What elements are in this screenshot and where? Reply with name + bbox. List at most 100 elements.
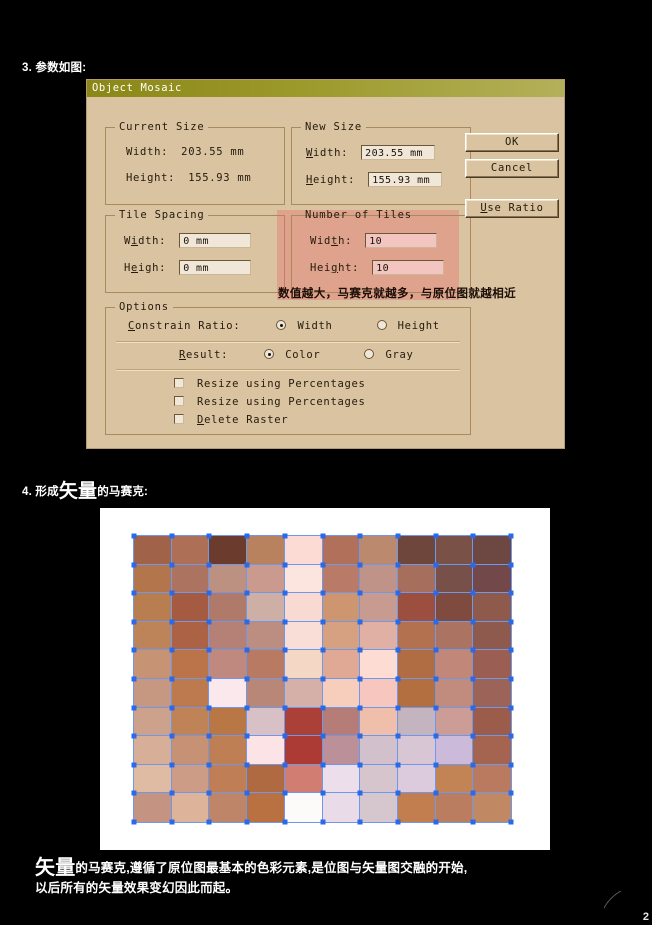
mosaic-tile[interactable]: [322, 678, 361, 709]
resize-percentages-checkbox-2[interactable]: [174, 396, 184, 406]
mosaic-tile[interactable]: [171, 792, 210, 823]
mosaic-tile[interactable]: [472, 621, 512, 651]
object-mosaic-dialog[interactable]: Object Mosaic Current Size Width: 203.55…: [86, 79, 565, 449]
mosaic-tile[interactable]: [397, 535, 437, 566]
mosaic-tile[interactable]: [284, 564, 323, 594]
mosaic-tile[interactable]: [435, 535, 474, 566]
mosaic-tile[interactable]: [472, 707, 512, 737]
mosaic-tile[interactable]: [246, 592, 286, 623]
mosaic-tile[interactable]: [435, 649, 474, 680]
mosaic-tile[interactable]: [133, 621, 173, 651]
mosaic-tile[interactable]: [397, 707, 437, 737]
mosaic-tile[interactable]: [359, 649, 399, 680]
mosaic-tile[interactable]: [359, 592, 399, 623]
number-of-tiles-width-input[interactable]: 10: [365, 233, 438, 248]
delete-raster-row[interactable]: Delete Raster: [174, 414, 288, 426]
mosaic-tile[interactable]: [284, 649, 323, 680]
resize-percentages-checkbox-1[interactable]: [174, 378, 184, 388]
mosaic-tile[interactable]: [284, 535, 323, 566]
mosaic-tile[interactable]: [246, 649, 286, 680]
use-ratio-button[interactable]: Use Ratio: [465, 199, 559, 218]
new-size-width-input[interactable]: 203.55 mm: [361, 145, 436, 160]
mosaic-tile[interactable]: [472, 535, 512, 566]
mosaic-tile[interactable]: [171, 764, 210, 794]
mosaic-tile[interactable]: [208, 649, 248, 680]
mosaic-tile[interactable]: [359, 621, 399, 651]
mosaic-tile[interactable]: [359, 707, 399, 737]
cancel-button[interactable]: Cancel: [465, 159, 559, 178]
mosaic-tile[interactable]: [397, 678, 437, 709]
result-color-radio[interactable]: [264, 349, 275, 359]
mosaic-tile[interactable]: [397, 592, 437, 623]
mosaic-tile[interactable]: [472, 678, 512, 709]
mosaic-tile[interactable]: [208, 764, 248, 794]
result-gray-radio[interactable]: [364, 349, 375, 359]
mosaic-tile[interactable]: [322, 649, 361, 680]
mosaic-tile[interactable]: [246, 564, 286, 594]
mosaic-tile[interactable]: [246, 735, 286, 766]
mosaic-tile[interactable]: [472, 764, 512, 794]
mosaic-tile[interactable]: [171, 707, 210, 737]
mosaic-tile[interactable]: [284, 592, 323, 623]
tile-spacing-width-input[interactable]: 0 mm: [179, 233, 252, 248]
mosaic-tile[interactable]: [284, 792, 323, 823]
new-size-height-input[interactable]: 155.93 mm: [368, 172, 443, 187]
mosaic-tile[interactable]: [472, 735, 512, 766]
mosaic-tile[interactable]: [133, 707, 173, 737]
mosaic-tile[interactable]: [435, 735, 474, 766]
mosaic-tile[interactable]: [171, 678, 210, 709]
resize-percentages-row-1[interactable]: Resize using Percentages: [174, 378, 366, 390]
mosaic-tile[interactable]: [208, 678, 248, 709]
mosaic-tile[interactable]: [322, 707, 361, 737]
mosaic-tile[interactable]: [171, 535, 210, 566]
mosaic-tile[interactable]: [472, 649, 512, 680]
mosaic-tile[interactable]: [397, 649, 437, 680]
mosaic-tile[interactable]: [208, 592, 248, 623]
mosaic-tile[interactable]: [246, 535, 286, 566]
mosaic-tile[interactable]: [171, 592, 210, 623]
mosaic-tile[interactable]: [435, 621, 474, 651]
mosaic-tile[interactable]: [133, 792, 173, 823]
mosaic-tile[interactable]: [359, 792, 399, 823]
mosaic-tile[interactable]: [171, 649, 210, 680]
mosaic-tile[interactable]: [435, 792, 474, 823]
mosaic-tile[interactable]: [435, 592, 474, 623]
mosaic-tile[interactable]: [284, 678, 323, 709]
mosaic-tile[interactable]: [435, 764, 474, 794]
ok-button[interactable]: OK: [465, 133, 559, 152]
mosaic-tile[interactable]: [472, 564, 512, 594]
mosaic-tile[interactable]: [246, 764, 286, 794]
mosaic-tile[interactable]: [133, 649, 173, 680]
mosaic-tile[interactable]: [208, 735, 248, 766]
mosaic-tile[interactable]: [397, 621, 437, 651]
mosaic-tile[interactable]: [397, 764, 437, 794]
mosaic-tile[interactable]: [435, 707, 474, 737]
mosaic-tile[interactable]: [284, 735, 323, 766]
mosaic-tile[interactable]: [322, 792, 361, 823]
mosaic-tile[interactable]: [472, 592, 512, 623]
mosaic-tile[interactable]: [171, 564, 210, 594]
mosaic-tile[interactable]: [133, 678, 173, 709]
mosaic-tile[interactable]: [397, 564, 437, 594]
mosaic-tile[interactable]: [208, 707, 248, 737]
mosaic-tile[interactable]: [397, 735, 437, 766]
dialog-titlebar[interactable]: Object Mosaic: [87, 80, 564, 97]
mosaic-tile[interactable]: [208, 621, 248, 651]
mosaic-tile[interactable]: [359, 535, 399, 566]
mosaic-tile[interactable]: [322, 535, 361, 566]
mosaic-grid[interactable]: [133, 535, 512, 823]
mosaic-tile[interactable]: [133, 764, 173, 794]
mosaic-tile[interactable]: [171, 621, 210, 651]
mosaic-tile[interactable]: [435, 564, 474, 594]
tile-spacing-height-input[interactable]: 0 mm: [179, 260, 252, 275]
mosaic-tile[interactable]: [246, 678, 286, 709]
mosaic-tile[interactable]: [208, 792, 248, 823]
mosaic-tile[interactable]: [359, 564, 399, 594]
mosaic-tile[interactable]: [284, 621, 323, 651]
mosaic-tile[interactable]: [322, 735, 361, 766]
mosaic-tile[interactable]: [322, 592, 361, 623]
mosaic-tile[interactable]: [133, 564, 173, 594]
mosaic-tile[interactable]: [133, 535, 173, 566]
mosaic-tile[interactable]: [246, 792, 286, 823]
mosaic-tile[interactable]: [359, 764, 399, 794]
